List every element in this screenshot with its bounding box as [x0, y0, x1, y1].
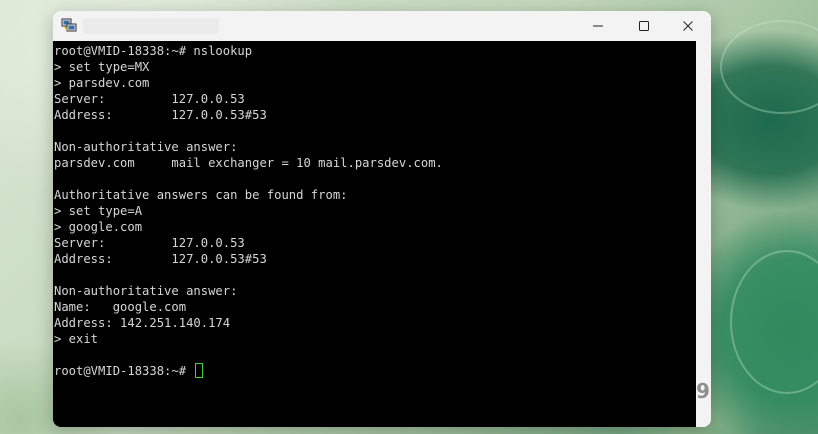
terminal-line: Server: 127.0.0.53 — [54, 92, 245, 106]
terminal-cursor — [195, 363, 204, 378]
terminal-line: Name: google.com — [54, 300, 187, 314]
terminal-line: Address: 127.0.0.53#53 — [54, 252, 267, 266]
title-bar[interactable] — [53, 11, 711, 41]
terminal-line: Non-authoritative answer: — [54, 140, 238, 154]
terminal-line: > google.com — [54, 220, 143, 234]
minimize-icon — [593, 25, 603, 27]
wallpaper-leaf-decoration — [720, 20, 818, 114]
maximize-icon — [639, 21, 649, 31]
minimize-button[interactable] — [575, 11, 621, 41]
terminal-line: Server: 127.0.0.53 — [54, 236, 245, 250]
terminal-line: > set type=A — [54, 204, 143, 218]
terminal-line: > set type=MX — [54, 60, 150, 74]
watermark-logo: 9 — [696, 379, 710, 403]
terminal-window: root@VMID-18338:~# nslookup > set type=M… — [53, 11, 711, 427]
putty-app-icon[interactable] — [61, 17, 77, 33]
terminal-output[interactable]: root@VMID-18338:~# nslookup > set type=M… — [53, 41, 696, 427]
close-button[interactable] — [665, 11, 711, 41]
terminal-line: Authoritative answers can be found from: — [54, 188, 348, 202]
desktop-wallpaper: root@VMID-18338:~# nslookup > set type=M… — [0, 0, 818, 434]
window-title-redacted — [83, 18, 219, 34]
maximize-button[interactable] — [621, 11, 667, 41]
terminal-line: > parsdev.com — [54, 76, 150, 90]
terminal-line: parsdev.com mail exchanger = 10 mail.par… — [54, 156, 443, 170]
close-icon — [683, 21, 693, 31]
terminal-line: root@VMID-18338:~# nslookup — [54, 44, 253, 58]
terminal-scrollbar[interactable] — [696, 41, 711, 427]
terminal-line: Non-authoritative answer: — [54, 284, 238, 298]
terminal-line: Address: 127.0.0.53#53 — [54, 108, 267, 122]
terminal-prompt-line: root@VMID-18338:~# — [53, 363, 696, 379]
terminal-prompt: root@VMID-18338:~# — [54, 364, 194, 378]
wallpaper-leaf-decoration — [730, 250, 818, 394]
terminal-line: > exit — [54, 332, 99, 346]
terminal-line: Address: 142.251.140.174 — [54, 316, 231, 330]
